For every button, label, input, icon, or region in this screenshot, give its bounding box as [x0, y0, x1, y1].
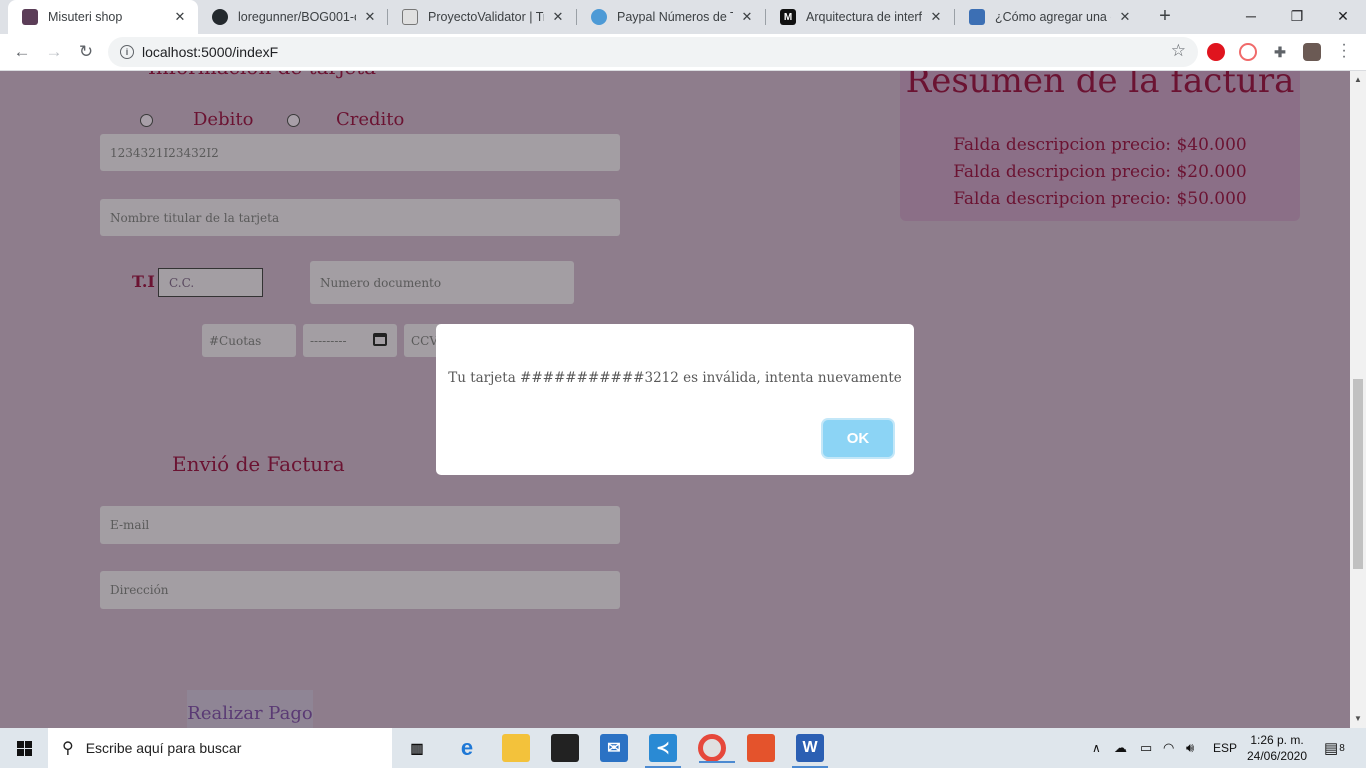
tab-title: loregunner/BOG001-ca	[238, 10, 356, 24]
tab-trello[interactable]: ProyectoValidator | Trell ✕	[388, 0, 576, 34]
invoice-summary-panel: Resumen de la factura Falda descripcion …	[900, 71, 1300, 221]
bookmark-star-icon[interactable]: ☆	[1171, 41, 1186, 61]
start-button[interactable]	[0, 728, 48, 768]
tab-paypal[interactable]: Paypal Números de Tarj ✕	[577, 0, 765, 34]
invalid-card-dialog: Tu tarjeta ###########3212 es inválida, …	[436, 324, 914, 475]
windows-taskbar: ⚲ Escribe aquí para buscar ▥ e ✉ ≺ W ∧ ☁…	[0, 728, 1366, 768]
forward-button[interactable]: →	[40, 38, 68, 66]
translate-icon	[969, 9, 985, 25]
scroll-up-icon[interactable]: ▲	[1350, 73, 1366, 87]
tab-como-agregar[interactable]: ¿Cómo agregar una cap ✕	[955, 0, 1143, 34]
radio-credito[interactable]	[287, 114, 300, 127]
reload-button[interactable]: ↻	[72, 38, 100, 66]
notification-count: 8	[1339, 742, 1345, 754]
close-tab-icon[interactable]: ✕	[550, 9, 566, 25]
word-icon[interactable]: W	[792, 734, 828, 768]
chrome-icon[interactable]	[698, 734, 735, 763]
minimize-button[interactable]: ─	[1228, 0, 1274, 32]
tab-title: ProyectoValidator | Trell	[428, 10, 544, 24]
close-tab-icon[interactable]: ✕	[1117, 9, 1133, 25]
close-tab-icon[interactable]: ✕	[172, 9, 188, 25]
extension-icon[interactable]	[1239, 43, 1257, 61]
pay-button[interactable]: Realizar Pago	[187, 690, 313, 728]
radio-credito-label: Credito	[336, 109, 405, 130]
volume-icon[interactable]: 🔊︎	[1186, 728, 1194, 768]
card-section-title: Información de tarjeta	[148, 71, 376, 79]
browser-tab-strip: Misuteri shop ✕ loregunner/BOG001-ca ✕ P…	[0, 0, 1366, 34]
card-number-input[interactable]: 1234321I23432I2	[100, 134, 620, 171]
tray-chevron-icon[interactable]: ∧	[1092, 728, 1101, 768]
summary-line: Falda descripcion precio: $40.000	[953, 135, 1247, 155]
calendar-icon[interactable]	[373, 333, 387, 346]
browser-toolbar: ← → ↻ i localhost:5000/indexF ☆ ✚ · · ·	[0, 34, 1366, 71]
vscode-icon[interactable]: ≺	[645, 734, 681, 768]
url-text: localhost:5000/indexF	[142, 44, 279, 60]
tab-title: ¿Cómo agregar una cap	[995, 10, 1111, 24]
tab-title: Paypal Números de Tarj	[617, 10, 733, 24]
site-info-icon[interactable]: i	[120, 45, 134, 59]
doc-type-label: T.I	[132, 272, 155, 291]
medium-icon: M	[780, 9, 796, 25]
page-scrollbar[interactable]: ▲ ▼	[1350, 71, 1366, 728]
tab-title: Arquitectura de interfac	[806, 10, 922, 24]
notifications-button[interactable]: ▤ 8	[1324, 728, 1345, 768]
radio-debito[interactable]	[140, 114, 153, 127]
file-explorer-icon[interactable]	[502, 734, 530, 762]
battery-icon[interactable]: ▭	[1140, 728, 1152, 768]
task-view-icon[interactable]: ▥	[403, 734, 431, 762]
scrollbar-thumb[interactable]	[1353, 379, 1363, 569]
dialog-ok-button[interactable]: OK	[823, 420, 893, 457]
summary-line: Falda descripcion precio: $20.000	[953, 162, 1247, 182]
tab-github[interactable]: loregunner/BOG001-ca ✕	[198, 0, 388, 34]
dialog-message: Tu tarjeta ###########3212 es inválida, …	[448, 370, 902, 386]
cuotas-input[interactable]: #Cuotas	[202, 324, 296, 357]
address-bar[interactable]: i localhost:5000/indexF ☆	[108, 37, 1198, 67]
adblock-extension-icon[interactable]	[1207, 43, 1225, 61]
close-tab-icon[interactable]: ✕	[928, 9, 944, 25]
email-input[interactable]: E-mail	[100, 506, 620, 544]
expiry-date-input[interactable]: ---------	[303, 324, 397, 357]
github-icon	[212, 9, 228, 25]
puzzle-extensions-icon[interactable]: ✚	[1271, 43, 1289, 61]
card-holder-input[interactable]: Nombre titular de la tarjeta	[100, 199, 620, 236]
windows-logo-icon	[16, 740, 32, 756]
summary-title: Resumen de la factura	[905, 71, 1295, 101]
close-tab-icon[interactable]: ✕	[362, 9, 378, 25]
notification-icon: ▤	[1324, 740, 1339, 757]
tab-misuteri-shop[interactable]: Misuteri shop ✕	[8, 0, 198, 34]
taskbar-search[interactable]: ⚲ Escribe aquí para buscar	[48, 728, 392, 768]
language-indicator[interactable]: ESP	[1213, 728, 1237, 768]
clock-date: 24/06/2020	[1246, 749, 1308, 763]
wifi-icon[interactable]: ◠	[1163, 728, 1174, 768]
mail-icon[interactable]: ✉	[600, 734, 628, 762]
clock[interactable]: 1:26 p. m. 24/06/2020	[1240, 732, 1314, 764]
doc-type-select[interactable]: C.C.	[158, 268, 263, 297]
invoice-section-title: Envió de Factura	[172, 452, 345, 476]
document-icon	[402, 9, 418, 25]
new-tab-button[interactable]: +	[1153, 5, 1177, 29]
store-icon[interactable]	[551, 734, 579, 762]
summary-line: Falda descripcion precio: $50.000	[953, 189, 1247, 209]
address-input[interactable]: Dirección	[100, 571, 620, 609]
tab-medium[interactable]: M Arquitectura de interfac ✕	[766, 0, 954, 34]
browser-menu-icon[interactable]: · · ·	[1338, 37, 1350, 65]
close-tab-icon[interactable]: ✕	[739, 9, 755, 25]
expiry-date-text: ---------	[310, 333, 347, 348]
office-icon[interactable]	[747, 734, 775, 762]
search-icon: ⚲	[62, 740, 74, 757]
clock-time: 1:26 p. m.	[1250, 733, 1304, 747]
search-placeholder: Escribe aquí para buscar	[85, 740, 242, 756]
maximize-button[interactable]: ❐	[1274, 0, 1320, 32]
onedrive-icon[interactable]: ☁	[1114, 728, 1127, 768]
globe-icon	[591, 9, 607, 25]
edge-icon[interactable]: e	[453, 734, 481, 762]
back-button[interactable]: ←	[8, 38, 36, 66]
tab-title: Misuteri shop	[48, 10, 123, 24]
doc-number-input[interactable]: Numero documento	[310, 261, 574, 304]
radio-debito-label: Debito	[193, 109, 254, 130]
scroll-down-icon[interactable]: ▼	[1350, 712, 1366, 726]
profile-avatar[interactable]	[1303, 43, 1321, 61]
site-favicon-icon	[22, 9, 38, 25]
close-window-button[interactable]: ✕	[1320, 0, 1366, 32]
